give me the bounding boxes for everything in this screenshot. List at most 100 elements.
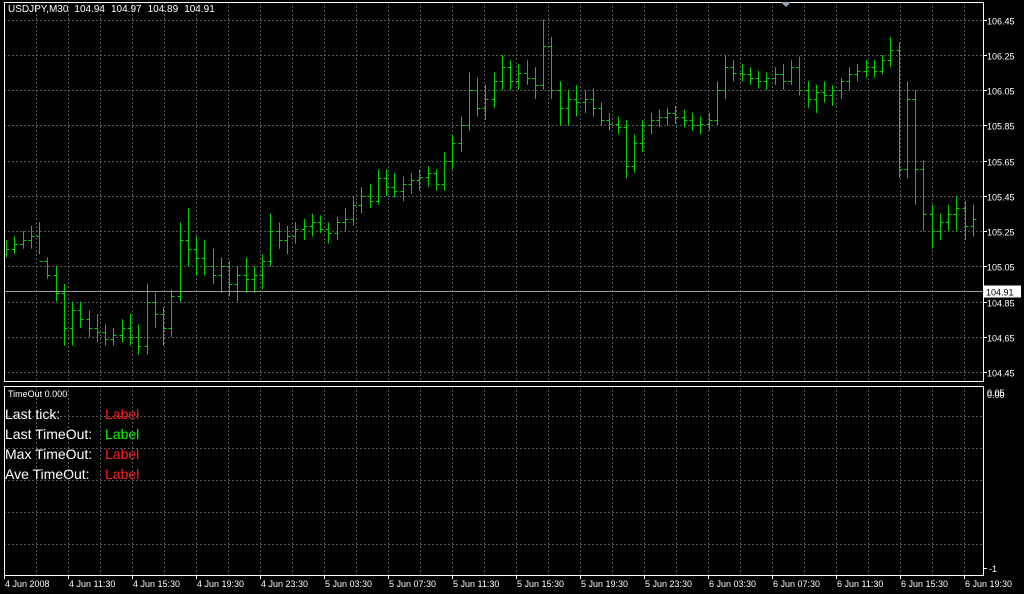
max-timeout-value: Label	[105, 446, 140, 462]
price-bar	[606, 113, 613, 131]
price-bar	[441, 151, 448, 191]
price-bar	[945, 204, 952, 232]
symbol-label: USDJPY,M30	[8, 4, 69, 15]
price-bar	[325, 222, 332, 244]
price-bar	[937, 213, 944, 240]
ave-timeout-row: Ave TimeOut: Label	[5, 466, 139, 482]
price-bar	[135, 324, 142, 355]
ave-timeout-value: Label	[105, 466, 140, 482]
price-bar	[598, 102, 605, 126]
price-bar	[11, 236, 18, 255]
price-bar	[904, 81, 911, 179]
price-bar	[590, 88, 597, 117]
time-label: 6 Jun 19:30	[965, 579, 1012, 589]
time-label: 4 Jun 19:30	[197, 579, 244, 589]
price-bar	[929, 204, 936, 249]
price-bar	[218, 257, 225, 293]
price-label: 106.45	[987, 17, 1015, 27]
price-label: 105.45	[987, 193, 1015, 203]
price-label: 106.05	[987, 87, 1015, 97]
time-label: 5 Jun 23:30	[645, 579, 692, 589]
price-bar	[879, 54, 886, 75]
price-bar	[44, 257, 51, 279]
price-bar	[722, 54, 729, 99]
last-timeout-value: Label	[105, 426, 140, 442]
price-bar	[119, 319, 126, 343]
price-bar	[871, 60, 878, 78]
price-bar	[193, 236, 200, 276]
time-label: 4 Jun 15:30	[133, 579, 180, 589]
open-value: 104.94	[74, 4, 105, 15]
price-bar	[796, 56, 803, 96]
price-bar	[962, 201, 969, 240]
price-label: 106.25	[987, 52, 1015, 62]
price-bar	[375, 169, 382, 205]
price-bar	[69, 301, 76, 346]
time-label: 6 Jun 15:30	[901, 579, 948, 589]
time-label: 4 Jun 2008	[5, 579, 50, 589]
price-bar	[267, 213, 274, 267]
price-bar	[557, 81, 564, 126]
price-bar	[20, 231, 27, 249]
price-bar	[61, 284, 68, 346]
last-tick-value: Label	[105, 406, 140, 422]
price-bar	[730, 60, 737, 82]
price-bar	[829, 84, 836, 107]
price-bar	[697, 116, 704, 135]
price-bar	[896, 42, 903, 179]
time-label: 4 Jun 23:30	[261, 579, 308, 589]
time-label: 6 Jun 07:30	[773, 579, 820, 589]
max-timeout-row: Max TimeOut: Label	[5, 446, 139, 462]
price-bar	[408, 172, 415, 195]
time-label: 6 Jun 03:30	[709, 579, 756, 589]
close-value: 104.91	[184, 4, 215, 15]
low-value: 104.89	[147, 4, 179, 15]
price-bar	[458, 116, 465, 152]
symbol-info: USDJPY,M30 104.94 104.97 104.89 104.91	[8, 4, 221, 15]
time-label: 6 Jun 11:30	[837, 579, 883, 589]
price-bar	[28, 225, 35, 249]
price-label: 105.85	[987, 122, 1015, 132]
ave-timeout-label: Ave TimeOut:	[5, 466, 90, 482]
price-bar	[582, 90, 589, 114]
price-bar	[681, 109, 688, 128]
price-bar	[689, 113, 696, 131]
price-bar	[210, 248, 217, 285]
price-bar	[177, 222, 184, 302]
price-bar	[623, 120, 630, 179]
price-bar	[953, 195, 960, 232]
price-bar	[664, 107, 671, 126]
price-bar	[755, 70, 762, 89]
price-label: 104.45	[987, 369, 1015, 379]
price-label: 105.65	[987, 158, 1015, 168]
price-bar	[160, 306, 167, 346]
chart-area[interactable]: 106.45 106.25 106.05 105.85 105.65 105.45 105.…	[0, 0, 1024, 594]
price-bar	[548, 37, 555, 99]
price-bar	[152, 292, 159, 329]
time-label: 5 Jun 11:30	[453, 579, 499, 589]
price-bar	[301, 218, 308, 240]
price-bar	[433, 169, 440, 191]
price-bar	[656, 109, 663, 128]
max-timeout-label: Max TimeOut:	[5, 446, 93, 462]
price-bar	[524, 60, 531, 85]
price-bar	[358, 187, 365, 214]
price-bar	[482, 84, 489, 121]
price-bar	[391, 172, 398, 198]
price-bar	[110, 328, 117, 346]
price-label: 105.05	[987, 263, 1015, 273]
price-bar	[292, 222, 299, 244]
price-bar	[648, 113, 655, 135]
price-bar	[714, 81, 721, 126]
price-bar	[854, 63, 861, 82]
price-bar	[53, 266, 60, 302]
price-bar	[887, 37, 894, 68]
price-bar	[821, 81, 828, 103]
last-tick-row: Last tick: Label	[5, 406, 139, 422]
shift-marker-icon	[781, 2, 791, 7]
price-bar	[94, 314, 101, 343]
price-bar	[763, 72, 770, 91]
current-price-label: 104.91	[986, 288, 1014, 298]
price-bar	[276, 222, 283, 249]
time-label: 5 Jun 19:30	[581, 579, 628, 589]
